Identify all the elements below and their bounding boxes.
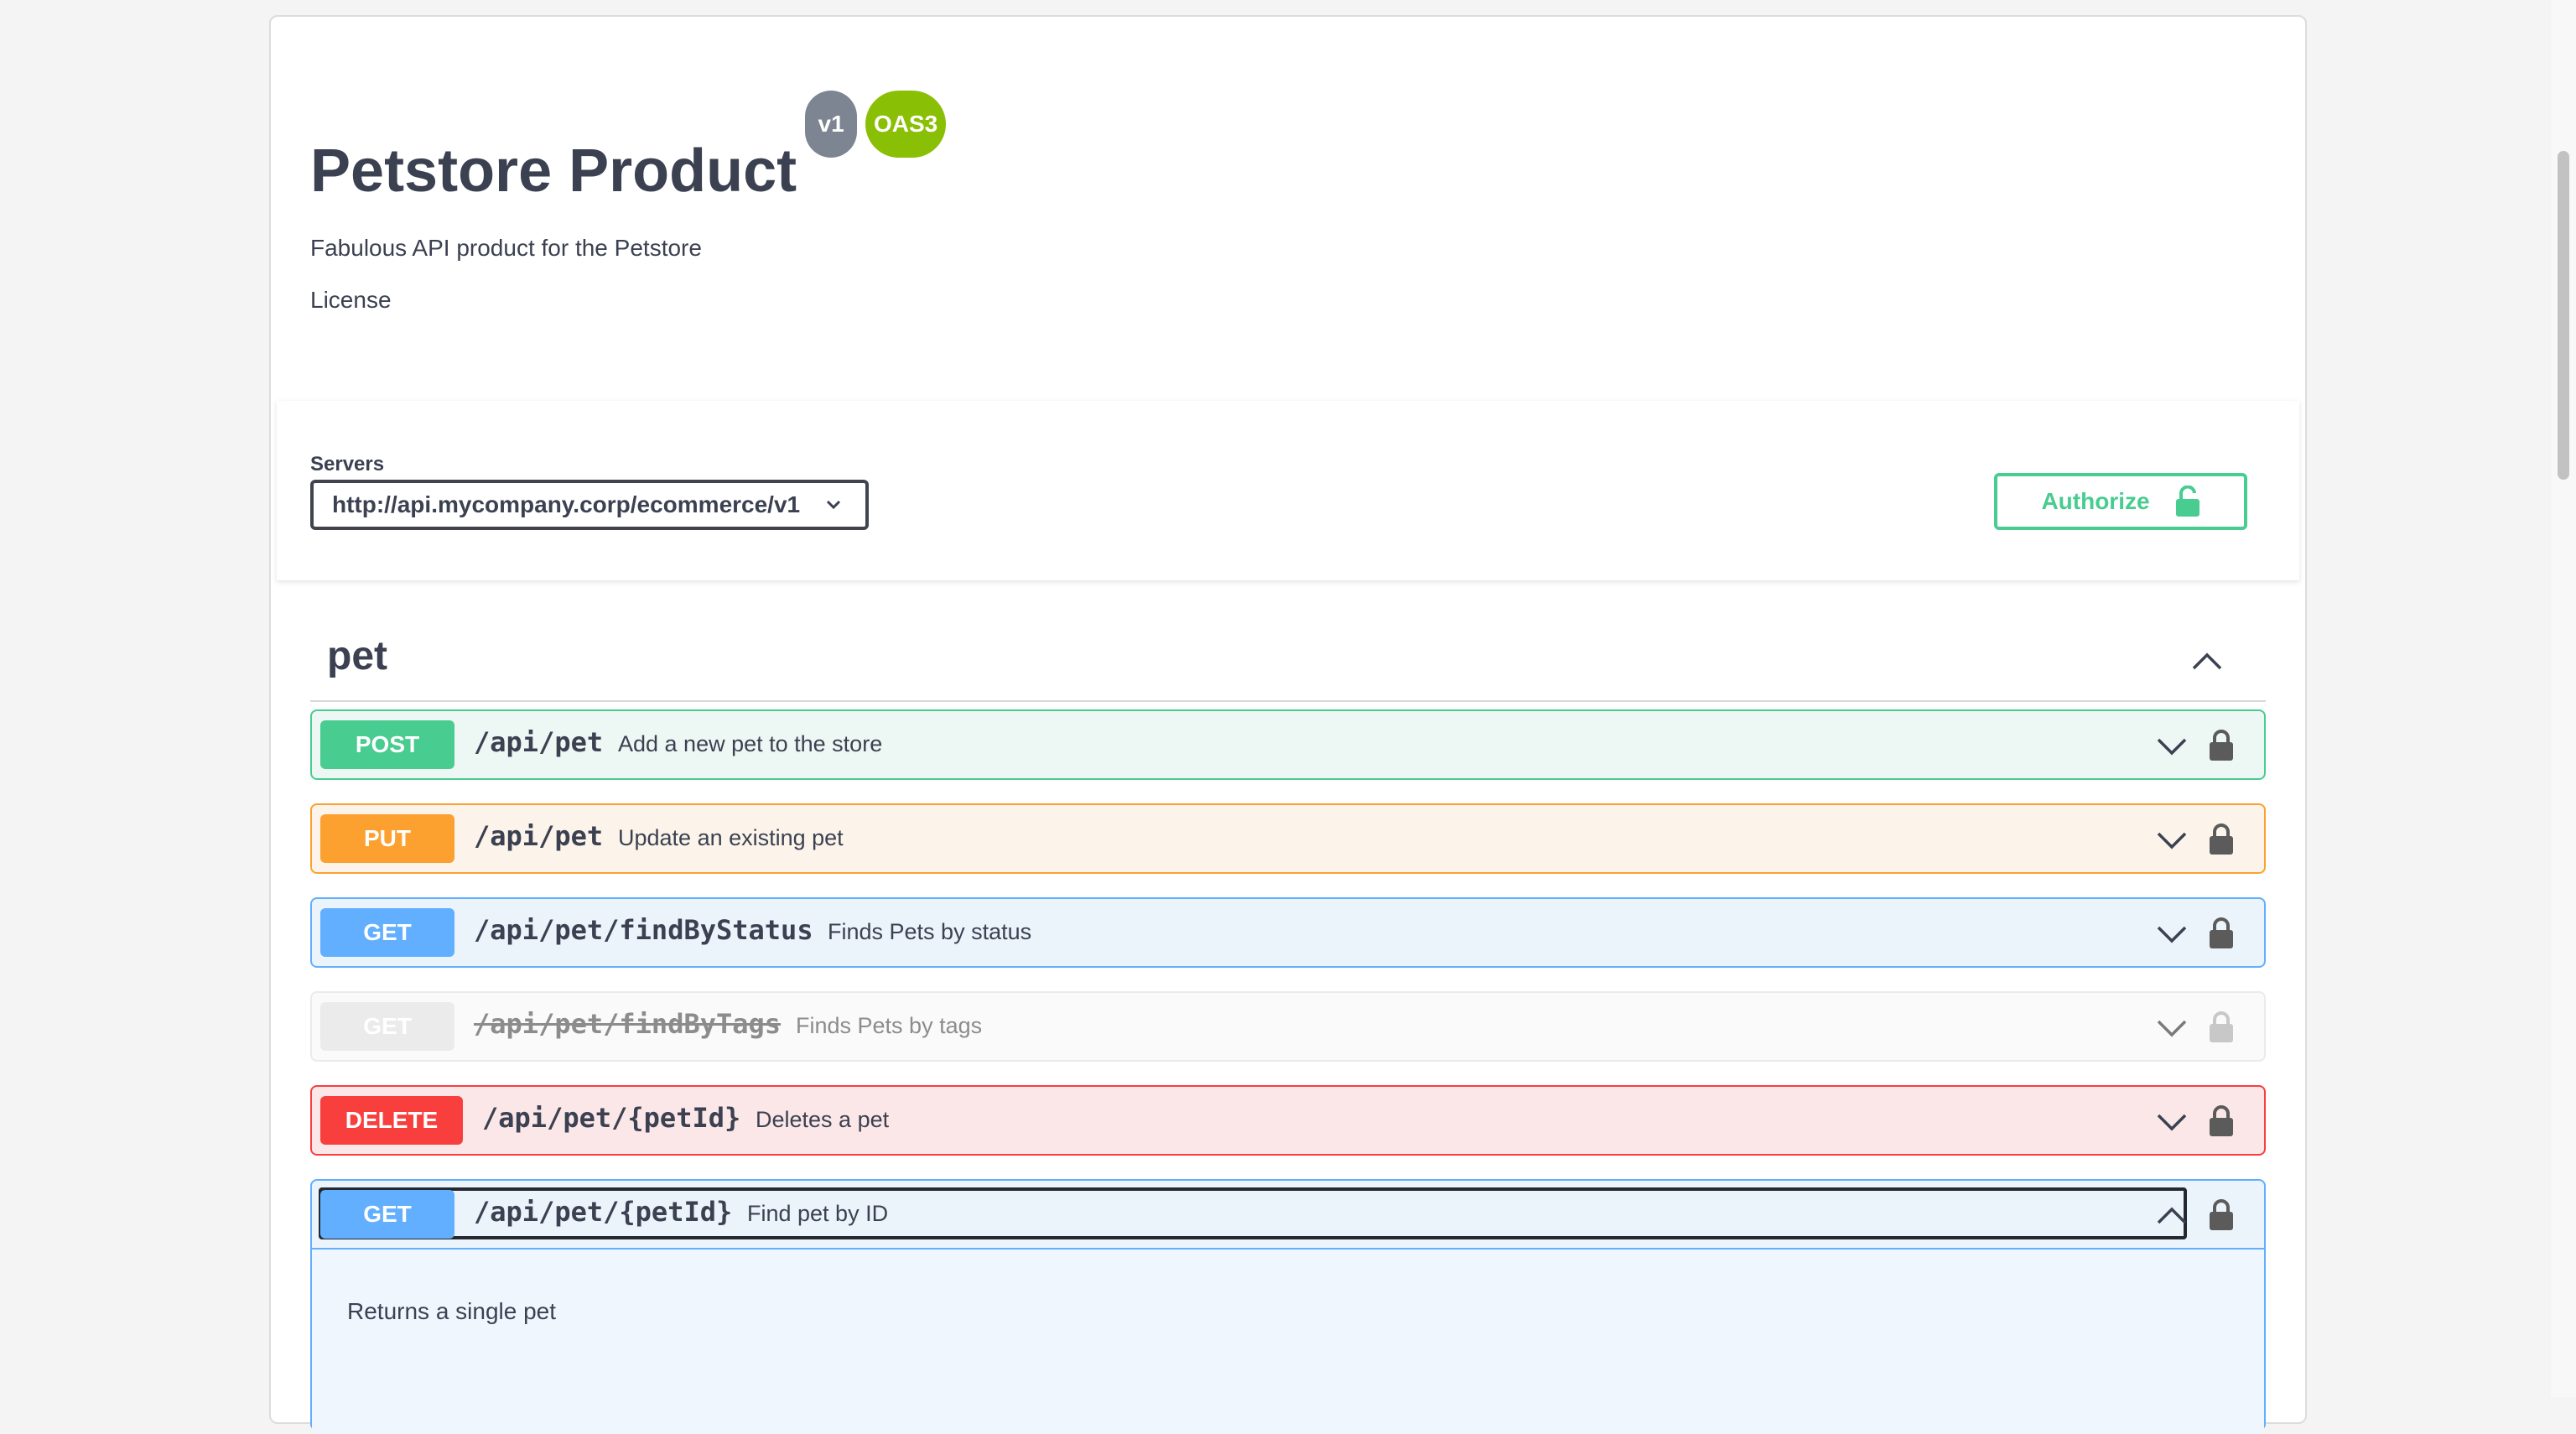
operation-path: /api/pet [474,820,604,852]
operation-summary: Add a new pet to the store [618,731,883,756]
operation-summary: Finds Pets by status [828,919,1032,944]
operation-get-pet-by-id[interactable]: GET /api/pet/{petId} Find pet by ID Retu… [310,1179,2266,1434]
authorize-label: Authorize [2041,488,2150,514]
version-badge: v1 [805,91,858,158]
lock-icon[interactable] [2207,1104,2236,1137]
lock-icon[interactable] [2207,822,2236,855]
unlock-icon [2175,486,2199,517]
chevron-down-icon[interactable] [2155,922,2189,946]
tag-title: pet [327,634,387,678]
operation-summary: Update an existing pet [618,825,844,850]
operation-path: /api/pet/findByTags [474,1008,782,1040]
scrollbar-thumb[interactable] [2558,151,2569,480]
servers-label: Servers [310,453,385,475]
operation-path: /api/pet/findByStatus [474,914,813,946]
operation-post-pet[interactable]: POST /api/pet Add a new pet to the store [310,709,2266,780]
page-title: Petstore Product [310,138,797,205]
operation-path: /api/pet/{petId} [482,1102,741,1134]
lock-icon[interactable] [2207,728,2236,761]
method-badge: DELETE [320,1096,463,1145]
chevron-down-icon[interactable] [2155,735,2189,758]
title-row: Petstore Product v1 OAS3 [310,91,947,205]
method-badge: GET [320,1190,454,1239]
method-badge: POST [320,720,454,769]
lock-icon[interactable] [2207,916,2236,949]
lock-icon[interactable] [2207,1198,2236,1231]
operation-summary: Deletes a pet [756,1107,890,1132]
chevron-up-icon[interactable] [2190,648,2224,673]
operation-get-find-by-tags-deprecated[interactable]: GET /api/pet/findByTags Finds Pets by ta… [310,991,2266,1062]
operation-description: Returns a single pet [347,1298,557,1324]
license-link[interactable]: License [310,287,392,314]
tag-section-pet[interactable]: pet [310,625,2266,702]
chevron-down-icon[interactable] [2155,829,2189,852]
api-description: Fabulous API product for the Petstore [310,235,702,261]
lock-icon[interactable] [2207,1010,2236,1043]
operation-get-find-by-status[interactable]: GET /api/pet/findByStatus Finds Pets by … [310,897,2266,968]
operation-summary: Find pet by ID [747,1201,889,1226]
servers-selected-value: http://api.mycompany.corp/ecommerce/v1 [332,491,801,517]
authorize-button[interactable]: Authorize [1994,473,2247,530]
chevron-down-icon[interactable] [2155,1016,2189,1040]
method-badge: GET [320,1002,454,1051]
servers-select[interactable]: http://api.mycompany.corp/ecommerce/v1 [310,480,869,530]
operation-path: /api/pet/{petId} [474,1196,733,1228]
oas-badge: OAS3 [865,91,947,158]
chevron-down-icon[interactable] [2155,1110,2189,1134]
operation-delete-pet[interactable]: DELETE /api/pet/{petId} Deletes a pet [310,1085,2266,1156]
chevron-up-icon[interactable] [2155,1204,2189,1228]
operation-put-pet[interactable]: PUT /api/pet Update an existing pet [310,803,2266,874]
scrollbar[interactable] [2551,0,2576,1397]
method-badge: GET [320,908,454,957]
operation-body [312,1250,2264,1434]
method-badge: PUT [320,814,454,863]
chevron-down-icon [826,500,841,510]
operation-summary: Finds Pets by tags [796,1013,983,1038]
operation-path: /api/pet [474,726,604,758]
